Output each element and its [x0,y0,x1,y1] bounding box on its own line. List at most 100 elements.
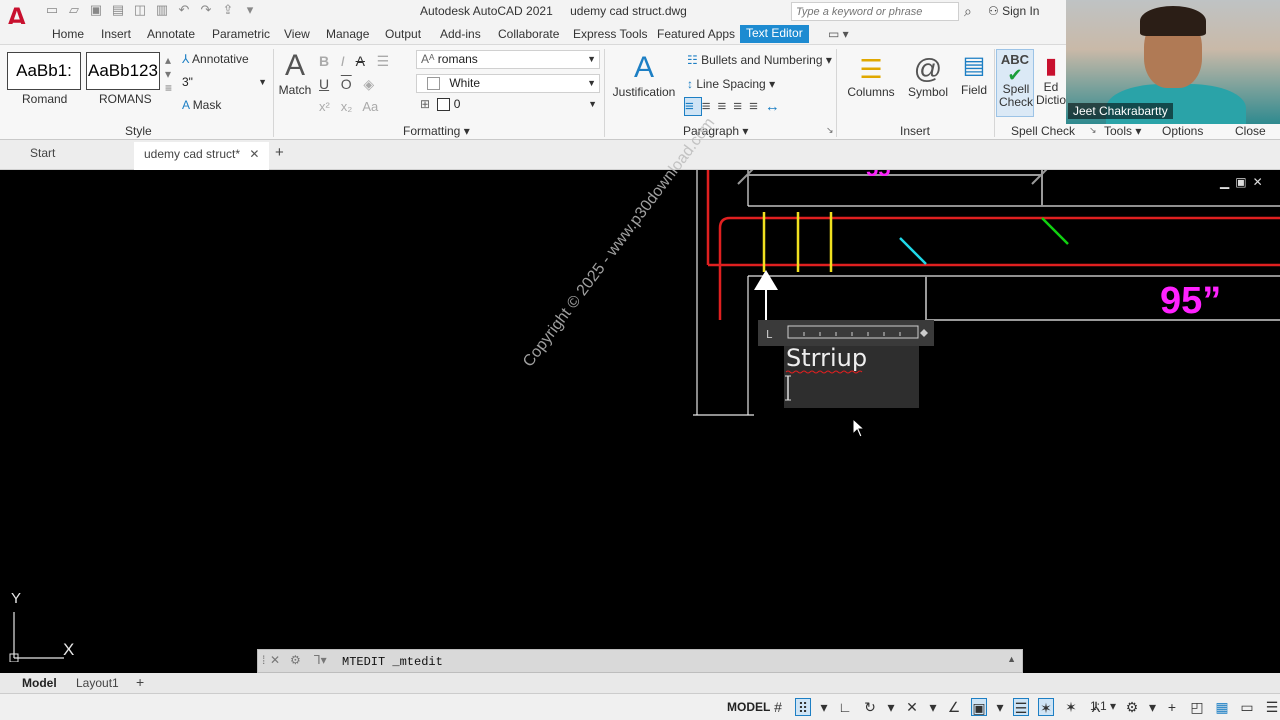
tab-text-editor[interactable]: Text Editor [740,25,809,43]
save-icon[interactable]: ▣ [88,2,104,18]
text-height-combo[interactable]: 3" ▼ [178,74,270,93]
overline-icon[interactable]: O [341,76,352,92]
open-file-icon[interactable]: ▱ [66,2,82,18]
tab-start[interactable]: Start [30,146,55,160]
bold-icon[interactable]: B [319,53,329,69]
web-mobile-icon[interactable]: ◫ [132,2,148,18]
style-swatch-romans[interactable]: AaBb123 [86,52,160,90]
isodraft-dropdown-icon[interactable]: ▾ [929,698,937,716]
model-space-button[interactable]: MODEL [727,700,770,714]
oblique-combo[interactable]: ⊞ 0 ▼ [416,96,600,115]
tab-add-ins[interactable]: Add-ins [440,27,481,41]
spell-check-button[interactable]: ABC ✔ Spell Check [996,49,1034,117]
workspace-gear-icon[interactable]: ⚙ [1124,698,1140,716]
snap-icon[interactable]: ⠿ [795,698,811,716]
style-scroll-icon[interactable]: ▴ ▾ ≡ [165,53,172,95]
tab-manage[interactable]: Manage [326,27,369,41]
isolate-objects-icon[interactable]: ◰ [1189,698,1205,716]
align-right-icon[interactable]: ≡ [718,98,734,115]
annotation-visibility-icon[interactable]: ✶ [1038,698,1054,716]
clean-screen-icon[interactable]: ▭ [1239,698,1255,716]
grid-icon[interactable]: # [770,698,786,716]
edit-dictionaries-button[interactable]: ▮ Ed Dictio [1036,51,1066,107]
search-icon[interactable]: ⌕ [964,3,972,20]
share-icon[interactable]: ⇪ [220,2,236,18]
isodraft-icon[interactable]: ✕ [904,698,920,716]
close-icon[interactable]: ✕ [1253,175,1269,189]
superscript-icon[interactable]: x² [319,99,330,114]
minimize-icon[interactable]: ▁ [1220,175,1235,189]
tab-featured-apps[interactable]: Featured Apps [657,27,735,41]
new-file-icon[interactable]: ▭ [44,2,60,18]
undo-icon[interactable]: ↶ [176,2,192,18]
object-snap-icon[interactable]: ▣ [971,698,987,716]
grip-icon[interactable]: ⁞ [262,653,265,667]
close-text-editor-button[interactable]: Close [1235,124,1266,138]
tab-parametric[interactable]: Parametric [212,27,270,41]
stack-icon[interactable]: ☰ [377,53,390,69]
font-combo[interactable]: Aᴬ romans ▼ [416,50,600,69]
add-layout-icon[interactable]: + [136,674,144,690]
align-center-icon[interactable]: ≡ [702,98,718,115]
object-snap-dropdown-icon[interactable]: ▾ [996,698,1004,716]
customize-qat-icon[interactable]: ▾ [242,2,258,18]
paragraph-dialog-icon[interactable]: ↘ [826,125,834,136]
field-button[interactable]: ▤ Field [958,49,990,97]
tab-output[interactable]: Output [385,27,421,41]
tools-panel-label[interactable]: Tools ▾ [1104,124,1141,138]
hardware-acceleration-icon[interactable]: ▦ [1214,698,1230,716]
polar-icon[interactable]: ↻ [862,698,878,716]
bullets-numbering-button[interactable]: ☷ Bullets and Numbering ▾ [687,53,832,67]
history-chevron-icon[interactable]: ▲ [1007,654,1016,664]
color-combo[interactable]: White ▼ [416,74,600,93]
style-swatch-romand[interactable]: AaBb1: [7,52,81,90]
annotative-button[interactable]: ⅄ Annotative [182,52,249,66]
search-input[interactable] [791,2,959,21]
tab-home[interactable]: Home [52,27,84,41]
save-as-icon[interactable]: ▤ [110,2,126,18]
tab-model[interactable]: Model [22,676,57,690]
options-panel-label[interactable]: Options [1162,124,1203,138]
auto-scale-icon[interactable]: ✶ [1063,698,1079,716]
workspace-dropdown-icon[interactable]: ▾ [1149,698,1156,716]
snap-dropdown-icon[interactable]: ▾ [820,698,828,716]
restore-icon[interactable]: ▣ [1235,175,1252,189]
paragraph-width-icon[interactable]: ↔ [765,98,787,115]
lineweight-icon[interactable]: ☰ [1013,698,1029,716]
close-icon[interactable]: ✕ [249,147,259,161]
object-snap-tracking-icon[interactable]: ∠ [946,698,962,716]
line-spacing-button[interactable]: ↕ Line Spacing ▾ [687,77,775,91]
mask-button[interactable]: A Mask [182,98,221,112]
subscript-icon[interactable]: x₂ [341,99,353,114]
italic-icon[interactable]: I [341,53,345,69]
formatting-panel-label[interactable]: Formatting ▾ [403,124,470,138]
clear-icon[interactable]: ◈ [363,76,374,92]
tab-insert[interactable]: Insert [101,27,131,41]
underline-icon[interactable]: U [319,76,329,92]
ribbon-options-icon[interactable]: ▭ ▾ [828,27,849,41]
customization-menu-icon[interactable]: ☰ [1264,698,1280,716]
ortho-icon[interactable]: ∟ [837,698,853,716]
tab-layout1[interactable]: Layout1 [76,676,119,690]
tab-annotate[interactable]: Annotate [147,27,195,41]
align-left-icon[interactable]: ≡ [684,97,702,116]
tab-collaborate[interactable]: Collaborate [498,27,559,41]
sign-in-button[interactable]: ⚇ Sign In [988,4,1039,18]
drawing-canvas[interactable]: 55 ▁▣✕ Copyright © 2025 - www.p30downloa… [0,115,1280,662]
match-button[interactable]: A Match [278,49,312,97]
close-icon[interactable]: ✕ [270,653,280,667]
change-case-icon[interactable]: Aa [362,99,378,114]
mtext-content[interactable]: Strriup [786,344,867,372]
justify-icon[interactable]: ≡ [733,98,749,115]
strikethrough-icon[interactable]: A [356,53,365,69]
tab-view[interactable]: View [284,27,310,41]
justification-button[interactable]: A Justification [612,51,676,99]
distribute-icon[interactable]: ≡ [749,98,765,115]
plus-icon[interactable]: + [1164,698,1180,716]
new-tab-icon[interactable]: + [275,144,284,161]
tab-express-tools[interactable]: Express Tools [573,27,647,41]
polar-dropdown-icon[interactable]: ▾ [887,698,895,716]
spell-dialog-icon[interactable]: ↘ [1089,125,1097,136]
mtext-ruler[interactable]: L [758,320,934,346]
symbol-button[interactable]: @ Symbol [905,53,951,99]
